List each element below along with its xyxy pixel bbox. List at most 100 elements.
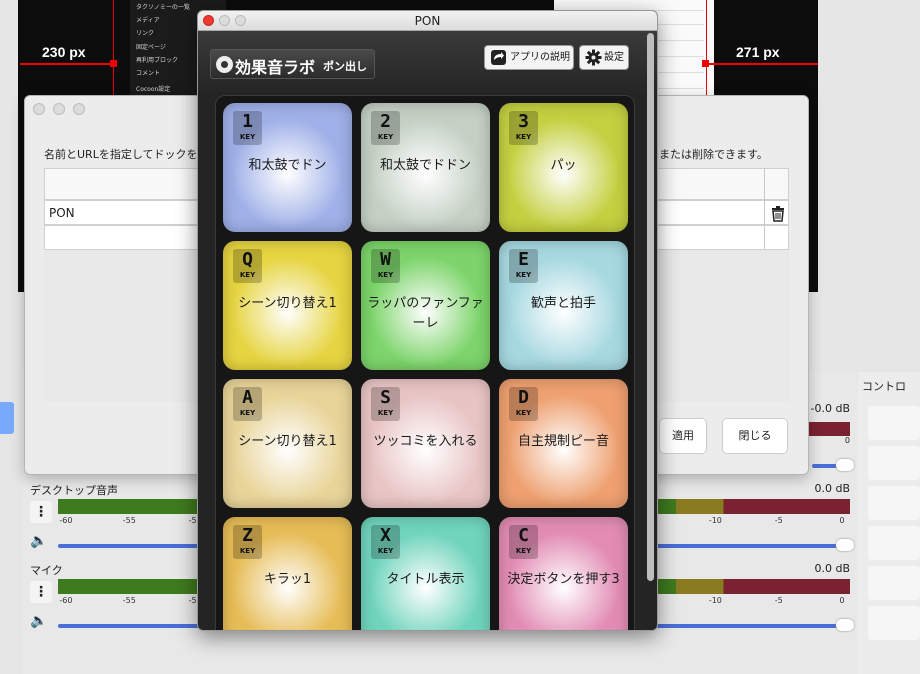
more-options-icon[interactable]: ⋮ [30, 501, 52, 523]
minimize-window-button[interactable] [53, 103, 65, 115]
sound-pad[interactable]: W KEY ラッパのファンファーレ [361, 241, 490, 370]
dialog-description: または削除できます。 [659, 148, 768, 161]
key-badge: E KEY [509, 249, 538, 283]
key-badge: Z KEY [233, 525, 262, 559]
key-word: KEY [515, 133, 532, 141]
key-word: KEY [239, 409, 256, 417]
measure-label-left: 230 px [42, 44, 86, 60]
key-word: KEY [239, 547, 256, 555]
guide-line [113, 0, 114, 96]
menu-item: コメント [136, 70, 161, 77]
key-badge: Q KEY [233, 249, 262, 283]
measure-line-left [20, 63, 114, 65]
pon-header: 効果音ラボ ポン出し アプリの説明 設定 [198, 31, 657, 95]
key-letter: Q [242, 249, 253, 270]
sound-pad[interactable]: D KEY 自主規制ピー音 [499, 379, 628, 508]
trash-icon[interactable] [767, 204, 789, 222]
control-button[interactable] [868, 526, 920, 560]
controls-title: コントロ [862, 380, 906, 393]
control-button[interactable] [868, 406, 920, 440]
key-word: KEY [515, 409, 532, 417]
pad-label: 決定ボタンを押す3 [507, 572, 620, 587]
pad-label: 和太鼓でドドン [379, 158, 471, 173]
key-badge: W KEY [371, 249, 400, 283]
close-window-button[interactable] [33, 103, 45, 115]
dock-name-cell[interactable]: PON [49, 206, 75, 220]
volume-slider[interactable] [812, 459, 854, 471]
measure-handle[interactable] [110, 60, 117, 67]
channel-db: 0.0 dB [814, 562, 850, 575]
guide-line [706, 0, 707, 96]
sound-pad[interactable]: Q KEY シーン切り替え1 [223, 241, 352, 370]
key-letter: D [518, 387, 529, 408]
pon-titlebar[interactable]: PON [198, 11, 657, 31]
sound-pad[interactable]: C KEY 決定ボタンを押す3 [499, 517, 628, 630]
menu-item: 固定ページ [136, 44, 166, 51]
key-badge: 1 KEY [233, 111, 262, 145]
pad-label: 歓声と拍手 [530, 296, 596, 311]
key-letter: E [518, 249, 529, 270]
menu-item: リンク [136, 30, 155, 37]
help-button[interactable]: アプリの説明 [484, 45, 574, 70]
control-button[interactable] [868, 486, 920, 520]
pad-label: パッ [550, 158, 577, 173]
key-word: KEY [377, 409, 394, 417]
sound-pad[interactable]: X KEY タイトル表示 [361, 517, 490, 630]
scrollbar[interactable] [647, 33, 654, 581]
settings-button[interactable]: 設定 [579, 45, 629, 70]
key-word: KEY [239, 271, 256, 279]
pad-label: シーン切り替え1 [238, 434, 337, 449]
control-button[interactable] [868, 446, 920, 480]
menu-item: メディア [136, 17, 160, 24]
key-word: KEY [377, 547, 394, 555]
speaker-icon[interactable]: 🔈 [30, 612, 52, 630]
gear-icon [585, 49, 602, 66]
speaker-icon[interactable]: 🔈 [30, 532, 52, 550]
sound-pad[interactable]: A KEY シーン切り替え1 [223, 379, 352, 508]
close-window-button[interactable] [203, 15, 214, 26]
dialog-description: 名前とURLを指定してドックを [44, 148, 198, 161]
key-letter: W [380, 249, 391, 270]
key-letter: A [242, 387, 253, 408]
key-letter: C [518, 525, 529, 546]
pad-label: シーン切り替え1 [238, 296, 337, 311]
speaker-logo-icon [216, 56, 233, 73]
share-arrow-icon [490, 49, 507, 66]
sound-pad[interactable]: Z KEY キラッ1 [223, 517, 352, 630]
key-word: KEY [377, 271, 394, 279]
channel-db: 0.0 dB [814, 482, 850, 495]
key-letter: Z [242, 525, 253, 546]
scale-zero: 0 [844, 436, 850, 445]
zoom-window-button[interactable] [235, 15, 246, 26]
left-panel-tab[interactable] [0, 402, 14, 434]
channel-name: マイク [30, 564, 63, 577]
logo-subtext: ポン出し [323, 60, 367, 73]
channel-name: デスクトップ音声 [30, 484, 118, 497]
measure-label-right: 271 px [736, 44, 780, 60]
minimize-window-button[interactable] [219, 15, 230, 26]
pad-label: キラッ1 [263, 572, 312, 587]
sound-pad[interactable]: 3 KEY パッ [499, 103, 628, 232]
sound-pad[interactable]: 1 KEY 和太鼓でドン [223, 103, 352, 232]
sound-pad-grid: 1 KEY 和太鼓でドン 2 KEY 和太鼓でドドン 3 KEY パッ Q KEY シーン切り替え1 W… [215, 95, 635, 630]
app-logo: 効果音ラボ ポン出し [210, 49, 375, 79]
key-word: KEY [239, 133, 256, 141]
apply-button[interactable]: 適用 [659, 418, 707, 454]
control-button[interactable] [868, 566, 920, 600]
pad-label: 和太鼓でドン [248, 158, 327, 173]
sound-pad[interactable]: E KEY 歓声と拍手 [499, 241, 628, 370]
help-button-label: アプリの説明 [510, 52, 570, 63]
more-options-icon[interactable]: ⋮ [30, 581, 52, 603]
key-badge: D KEY [509, 387, 538, 421]
column-divider [764, 168, 765, 250]
zoom-window-button[interactable] [73, 103, 85, 115]
key-letter: S [380, 387, 391, 408]
control-button[interactable] [868, 606, 920, 640]
sound-pad[interactable]: S KEY ツッコミを入れる [361, 379, 490, 508]
key-letter: 3 [518, 111, 529, 132]
measure-handle[interactable] [702, 60, 709, 67]
key-badge: 2 KEY [371, 111, 400, 145]
key-word: KEY [377, 133, 394, 141]
sound-pad[interactable]: 2 KEY 和太鼓でドドン [361, 103, 490, 232]
close-button[interactable]: 閉じる [722, 418, 788, 454]
